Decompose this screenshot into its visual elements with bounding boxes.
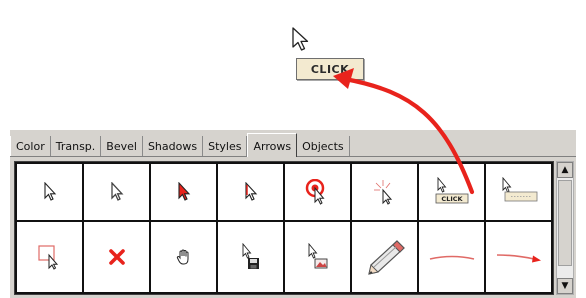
gallery-cell[interactable]: [216, 219, 285, 295]
screen: CLICK Color Transp. Bevel Shadows Styles…: [0, 0, 586, 298]
gallery-cell[interactable]: [149, 162, 218, 222]
red-curve-icon: [429, 255, 474, 260]
red-x-icon: [108, 249, 125, 265]
click-tooltip: CLICK: [296, 58, 364, 80]
gallery-cell[interactable]: [15, 162, 84, 222]
gallery-row: [15, 219, 553, 295]
tab-label: Styles: [208, 139, 242, 153]
pencil-icon: [367, 240, 405, 275]
selection-box-cursor-icon: [37, 245, 58, 270]
sparkle-cursor-icon: [373, 179, 392, 205]
tab-arrows[interactable]: Arrows: [247, 133, 298, 157]
cursor-label-icon: [502, 176, 537, 202]
tab-transparency[interactable]: Transp.: [50, 136, 102, 156]
gallery-cell[interactable]: CLICK: [417, 162, 486, 222]
arrows-grid: CLICK: [15, 162, 553, 295]
gallery-cell[interactable]: [82, 162, 151, 222]
red-curve-arrow-icon: [496, 254, 541, 263]
arrow-cursor-outline-icon: [110, 181, 123, 201]
scroll-thumb[interactable]: [558, 180, 572, 266]
red-outline-arrow-cursor-icon: [244, 181, 257, 201]
up-arrow-icon: ▲: [561, 165, 569, 175]
tab-label: Objects: [302, 139, 344, 153]
gallery-cell[interactable]: [15, 219, 84, 295]
gallery-cell[interactable]: [216, 162, 285, 222]
scroll-up-button[interactable]: ▲: [557, 162, 573, 178]
effects-panel: Color Transp. Bevel Shadows Styles Arrow…: [10, 130, 576, 298]
target-cursor-icon: [305, 178, 325, 205]
tab-styles[interactable]: Styles: [203, 136, 248, 156]
cursor-click-label-icon: CLICK: [435, 176, 468, 204]
tab-label: Shadows: [147, 139, 198, 153]
gallery-scrollbar[interactable]: ▲ ▼: [556, 161, 574, 295]
gallery-cell[interactable]: [283, 162, 352, 222]
gallery-row: CLICK: [15, 162, 553, 222]
arrow-cursor-icon: [43, 181, 56, 201]
red-arrow-cursor-icon: [177, 181, 190, 201]
arrows-gallery: CLICK: [14, 161, 554, 295]
tab-label: Transp.: [55, 139, 96, 153]
cursor-save-icon: [242, 242, 259, 269]
gallery-cell[interactable]: [350, 219, 419, 295]
tab-bar: Color Transp. Bevel Shadows Styles Arrow…: [10, 130, 576, 157]
gallery-cell[interactable]: [417, 219, 486, 295]
gallery-cell[interactable]: [484, 219, 553, 295]
gallery-cell[interactable]: [82, 219, 151, 295]
tab-label: Color: [16, 139, 45, 153]
click-tooltip-text: CLICK: [310, 62, 350, 76]
mini-click-label: CLICK: [441, 195, 463, 203]
scroll-down-button[interactable]: ▼: [557, 278, 573, 294]
gallery-cell[interactable]: [484, 162, 553, 222]
down-arrow-icon: ▼: [561, 281, 569, 291]
hand-cursor-icon: [176, 249, 188, 265]
mouse-cursor-icon: [292, 27, 309, 51]
tab-objects[interactable]: Objects: [297, 136, 350, 156]
tab-shadows[interactable]: Shadows: [142, 136, 204, 156]
tab-label: Bevel: [106, 139, 137, 153]
gallery-cell[interactable]: [350, 162, 419, 222]
gallery-cell[interactable]: [149, 219, 218, 295]
tab-label: Arrows: [253, 140, 292, 153]
tab-color[interactable]: Color: [10, 136, 51, 156]
cursor-image-icon: [308, 242, 327, 269]
gallery-cell[interactable]: [283, 219, 352, 295]
tab-bevel[interactable]: Bevel: [101, 136, 143, 156]
